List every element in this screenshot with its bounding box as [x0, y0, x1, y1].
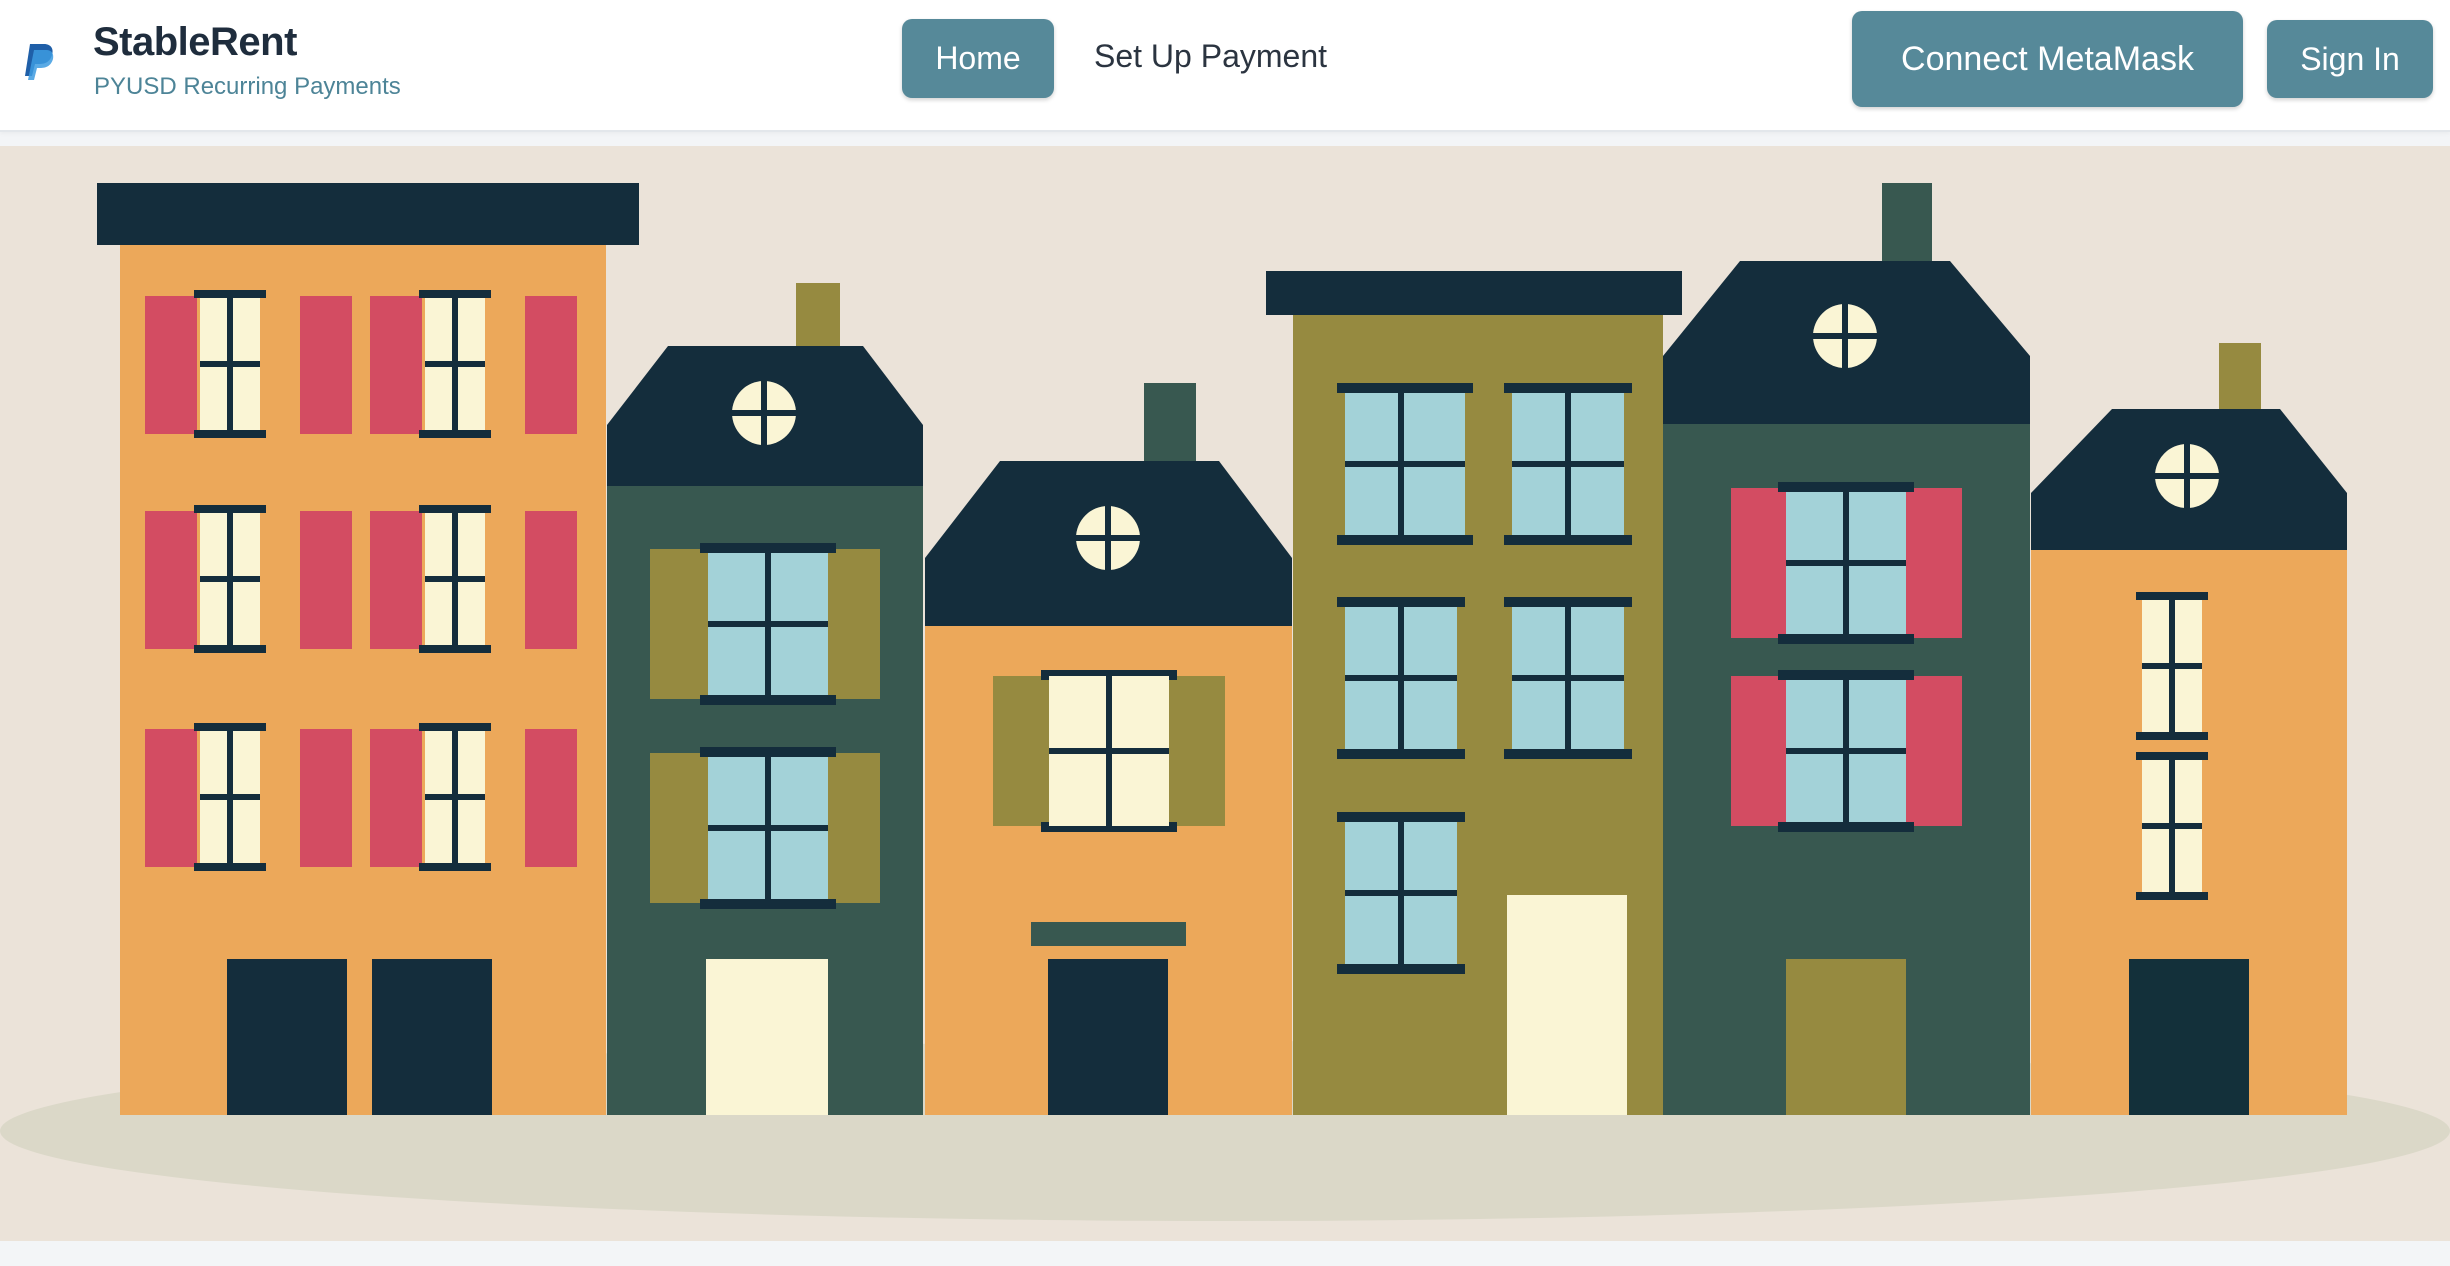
building-2	[607, 283, 923, 1115]
building-1	[97, 183, 639, 1115]
setup-payment-link[interactable]: Set Up Payment	[1094, 38, 1327, 75]
building-6	[2031, 343, 2347, 1115]
building-4	[1266, 271, 1682, 1115]
sign-in-button[interactable]: Sign In	[2267, 20, 2433, 98]
top-navbar: StableRent PYUSD Recurring Payments Home…	[0, 0, 2450, 132]
brand-title[interactable]: StableRent	[93, 20, 297, 65]
connect-metamask-button[interactable]: Connect MetaMask	[1852, 11, 2243, 107]
brand-subtitle: PYUSD Recurring Payments	[94, 73, 401, 100]
townhouses-illustration	[0, 183, 2450, 1221]
hero-image	[0, 146, 2450, 1241]
building-3	[925, 383, 1292, 1115]
home-button[interactable]: Home	[902, 19, 1054, 98]
building-5	[1663, 183, 2030, 1115]
paypal-logo-icon[interactable]	[20, 40, 56, 80]
